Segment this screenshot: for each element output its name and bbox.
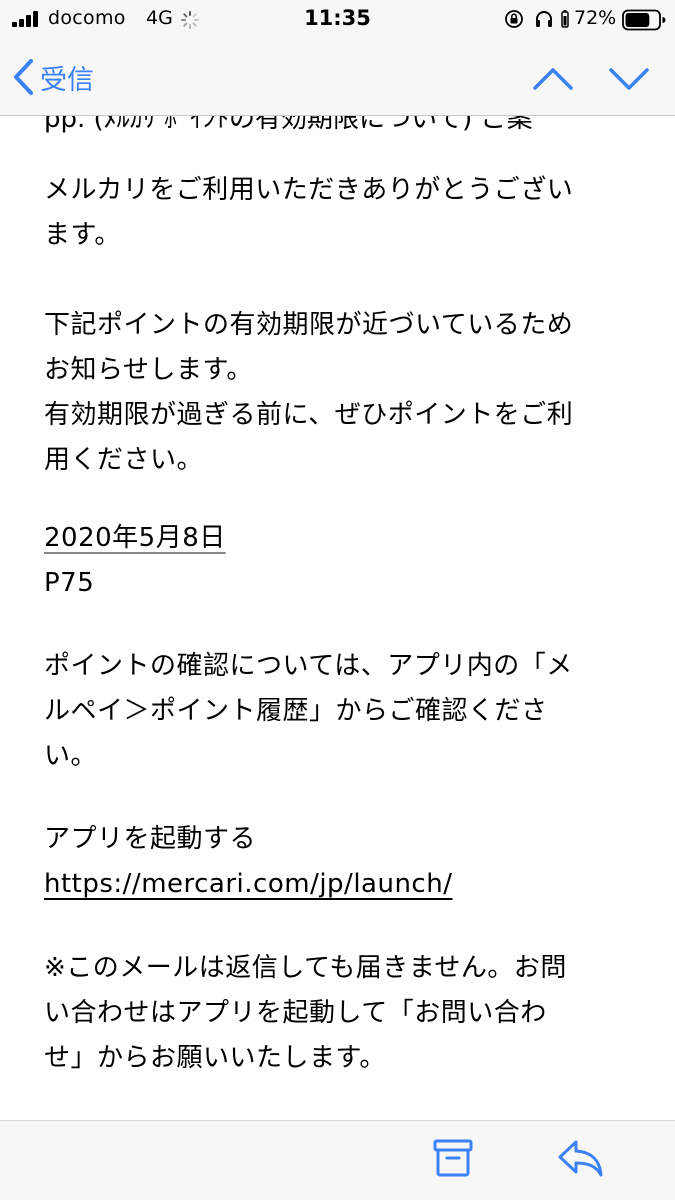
text-line: お知らせします。: [44, 355, 253, 385]
mail-body[interactable]: pp. (ﾒﾙｶﾘ ﾎﾟｲﾝﾄの有効期限について) ご案 メルカリをご利用いただ…: [0, 116, 675, 1120]
battery-percent: 72%: [574, 7, 617, 29]
partial-top-line: pp. (ﾒﾙｶﾘ ﾎﾟｲﾝﾄの有効期限について) ご案: [44, 116, 533, 134]
previous-message-button[interactable]: [530, 60, 576, 96]
greeting-paragraph: メルカリをご利用いただきありがとうござい ます。: [44, 168, 634, 258]
confirm-paragraph: ポイントの確認については、アプリ内の「メ ルペイ＞ポイント履歴」からご確認くださ…: [44, 644, 634, 779]
back-button[interactable]: 受信: [12, 54, 94, 100]
archive-icon[interactable]: [432, 1137, 474, 1179]
headphones-icon: [536, 11, 552, 27]
launch-label: アプリを起動する: [44, 824, 257, 854]
launch-link[interactable]: https://mercari.com/jp/launch/: [44, 869, 452, 899]
text-line: ルペイ＞ポイント履歴」からご確認くださ: [44, 696, 548, 726]
text-line: 下記ポイントの有効期限が近づいているため: [44, 310, 574, 340]
text-line: メルカリをご利用いただきありがとうござい: [44, 175, 574, 205]
bottom-toolbar: [0, 1120, 675, 1200]
notice-paragraph: 下記ポイントの有効期限が近づいているため お知らせします。 有効期限が過ぎる前に…: [44, 303, 634, 483]
text-line: い。: [44, 741, 98, 771]
battery-icon: [622, 9, 666, 31]
points-paragraph: 2020年5月8日 P75: [44, 516, 634, 606]
text-line: ます。: [44, 220, 121, 250]
reply-icon[interactable]: [556, 1137, 604, 1179]
text-line: ポイントの確認については、アプリ内の「メ: [44, 651, 573, 681]
mail-screen: docomo 4G 11:35 72% 受信 pp. (ﾒﾙｶﾘ ﾎﾟｲﾝﾄの有…: [0, 0, 675, 1200]
points-amount: P75: [44, 568, 95, 598]
status-bar: docomo 4G 11:35 72%: [0, 0, 675, 40]
text-line: 有効期限が過ぎる前に、ぜひポイントをご利: [44, 400, 574, 430]
footer-paragraph: ※このメールは返信しても届きません。お問 い合わせはアプリを起動して「お問い合わ…: [44, 946, 634, 1081]
text-line: せ」からお願いいたします。: [44, 1043, 386, 1073]
mail-nav-bar: 受信: [0, 40, 675, 116]
expiry-date[interactable]: 2020年5月8日: [44, 523, 226, 553]
text-line: 用ください。: [44, 445, 204, 475]
chevron-left-icon: [14, 59, 33, 95]
text-line: ※このメールは返信しても届きません。お問: [44, 953, 567, 983]
back-label: 受信: [40, 64, 94, 96]
charging-indicator-icon: [561, 10, 569, 28]
text-line: い合わせはアプリを起動して「お問い合わ: [44, 998, 547, 1028]
orientation-lock-icon: [505, 10, 523, 28]
launch-paragraph: アプリを起動する https://mercari.com/jp/launch/: [44, 817, 634, 907]
next-message-button[interactable]: [606, 60, 652, 96]
